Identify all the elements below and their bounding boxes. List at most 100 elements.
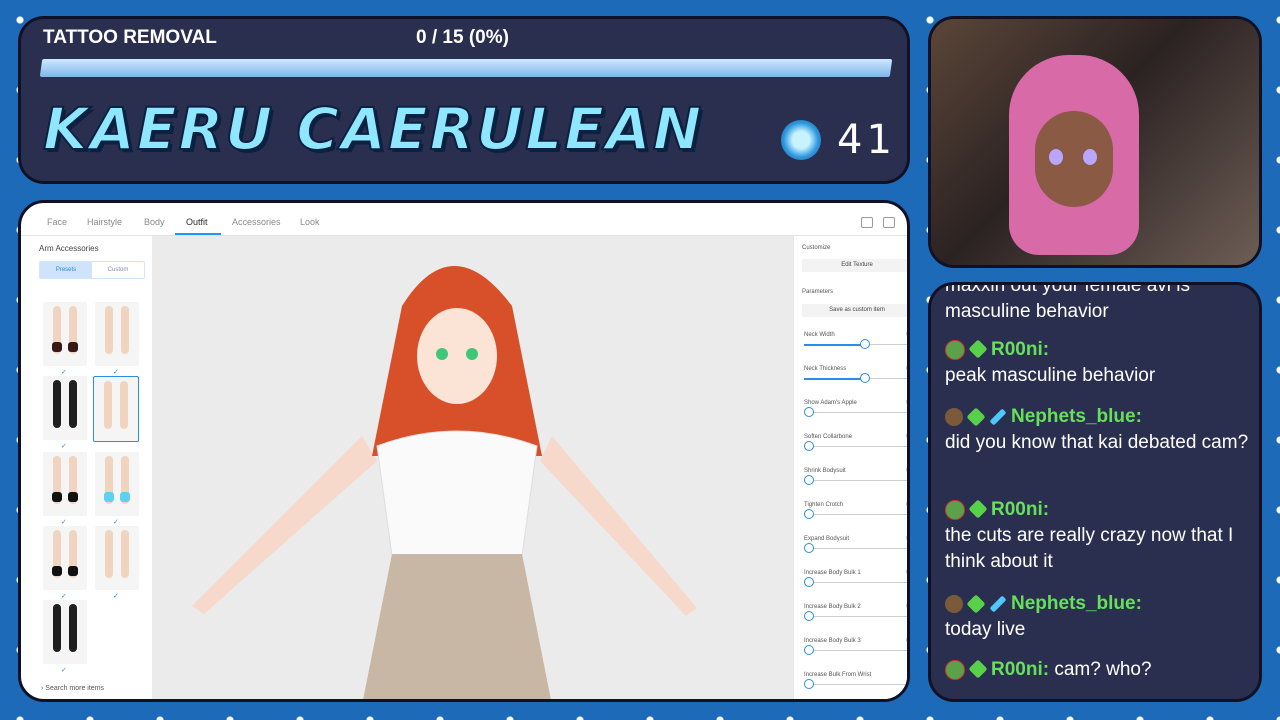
param-slider-knob[interactable]	[804, 407, 814, 417]
frog-badge-icon	[945, 659, 965, 680]
edit-texture-button[interactable]: Edit Texture	[802, 259, 907, 272]
top-overlay-panel: TATTOO REMOVAL 0 / 15 (0%) KAERU CAERULE…	[18, 16, 910, 184]
param-slider-row: Increase Bulk From Wrist	[804, 672, 907, 698]
param-label: Neck Thickness	[804, 366, 847, 372]
share-icon[interactable]	[883, 217, 895, 228]
chat-username[interactable]: R00ni:	[991, 499, 1049, 520]
arm-preview	[120, 381, 128, 429]
param-slider-knob[interactable]	[804, 509, 814, 519]
tab-body[interactable]: Body	[144, 217, 165, 227]
param-slider-knob[interactable]	[860, 373, 870, 383]
camera-icon[interactable]	[861, 217, 873, 228]
frog-badge-icon	[945, 499, 965, 520]
arm-preview	[69, 380, 77, 428]
arm-accessory-thumb[interactable]: ✓	[95, 526, 139, 600]
param-slider-track[interactable]	[804, 616, 907, 617]
arm-accessory-thumb[interactable]: ✓	[43, 376, 87, 450]
sword-badge-icon	[989, 408, 1007, 426]
param-slider-knob[interactable]	[804, 611, 814, 621]
param-slider-track[interactable]	[804, 412, 907, 413]
param-slider-track[interactable]	[804, 514, 907, 515]
check-icon: ✓	[61, 368, 67, 376]
param-slider-track[interactable]	[804, 548, 907, 549]
chat-message: Nephets_blue: today live	[945, 591, 1255, 643]
avatar-skirt	[363, 554, 551, 699]
plus-badge-icon	[968, 499, 988, 519]
editor-tab-bar: Face Hairstyle Body Outfit Accessories L…	[21, 203, 907, 236]
tab-accessories[interactable]: Accessories	[232, 217, 281, 227]
arm-preview	[121, 306, 129, 354]
avatar-eye-right	[1083, 149, 1097, 165]
arm-accessory-thumb[interactable]: ✓	[43, 452, 87, 526]
tab-look[interactable]: Look	[300, 217, 320, 227]
param-label: Shrink Bodysuit	[804, 468, 846, 474]
arm-accessory-thumb[interactable]: ✓	[43, 302, 87, 376]
param-slider-knob[interactable]	[804, 475, 814, 485]
arm-preview	[53, 604, 61, 652]
check-icon: ✓	[61, 518, 67, 526]
param-slider-knob[interactable]	[804, 543, 814, 553]
chat-username[interactable]: R00ni:	[991, 659, 1049, 680]
param-value: 0.	[906, 536, 910, 542]
tab-outfit[interactable]: Outfit	[186, 217, 208, 227]
item-sidebar: Arm Accessories Presets Custom ✓ ✓ ✓ ✓ ✓…	[31, 236, 160, 699]
custom-tab[interactable]: Custom	[92, 262, 144, 278]
param-slider-track[interactable]	[804, 446, 907, 447]
arm-accessory-thumb-selected[interactable]	[93, 376, 139, 442]
check-icon: ✓	[61, 442, 67, 450]
avatar-eye-right	[466, 348, 478, 360]
presets-tab[interactable]: Presets	[40, 262, 92, 278]
param-value: 0.	[906, 468, 910, 474]
arm-preview	[69, 604, 77, 652]
tattoo-progress-fill	[39, 59, 43, 77]
param-label: Soften Collarbone	[804, 434, 853, 440]
chat-username[interactable]: Nephets_blue:	[1011, 406, 1142, 427]
param-slider-knob[interactable]	[804, 577, 814, 587]
param-slider-knob[interactable]	[804, 645, 814, 655]
plus-badge-icon	[966, 407, 986, 427]
arm-accessory-thumb[interactable]: ✓	[95, 302, 139, 376]
avatar-right-arm	[540, 436, 697, 616]
tab-hairstyle[interactable]: Hairstyle	[87, 217, 122, 227]
plus-badge-icon	[968, 339, 988, 359]
avatar-face	[417, 308, 497, 404]
tab-face[interactable]: Face	[47, 217, 67, 227]
search-more-label: Search more items	[45, 685, 105, 692]
param-slider-row: Tighten Crotch 0.	[804, 502, 907, 528]
param-slider-row: Neck Width 0.	[804, 332, 907, 358]
cuff-preview	[52, 342, 62, 352]
arm-preview	[121, 530, 129, 578]
avatar-figure	[192, 266, 697, 699]
avatar-eye-left	[436, 348, 448, 360]
param-slider-fill	[804, 344, 865, 346]
chat-username[interactable]: Nephets_blue:	[1011, 593, 1142, 614]
param-slider-track[interactable]	[804, 480, 907, 481]
param-slider-track[interactable]	[804, 582, 907, 583]
active-tab-indicator	[175, 233, 221, 235]
arm-accessory-thumb[interactable]: ✓	[95, 452, 139, 526]
streamer-title: KAERU CAERULEAN	[42, 94, 704, 164]
param-slider-knob[interactable]	[860, 339, 870, 349]
customize-heading: Customize	[802, 245, 831, 251]
chat-message: Nephets_blue: did you know that kai deba…	[945, 404, 1255, 456]
param-slider-row: Expand Bodysuit 0.	[804, 536, 910, 562]
save-custom-item-button[interactable]: Save as custom item	[802, 304, 907, 317]
param-slider-knob[interactable]	[804, 441, 814, 451]
chat-username[interactable]: R00ni:	[991, 339, 1049, 360]
avatar-3d-viewport[interactable]	[152, 236, 793, 699]
param-slider-track[interactable]	[804, 684, 907, 685]
frog-badge-icon	[945, 339, 965, 360]
arm-preview	[105, 306, 113, 354]
avatar-blouse	[376, 430, 538, 557]
chat-text: the cuts are really crazy now that I thi…	[945, 525, 1234, 572]
avatar-face	[1035, 111, 1113, 207]
chat-message: R00ni: peak masculine behavior	[945, 337, 1255, 389]
tattoo-progress-bar	[39, 59, 893, 77]
param-slider-knob[interactable]	[804, 679, 814, 689]
arm-accessory-thumb[interactable]: ✓	[43, 600, 87, 674]
arm-preview	[104, 381, 112, 429]
arm-accessory-thumb[interactable]: ✓	[43, 526, 87, 600]
param-slider-track[interactable]	[804, 650, 907, 651]
search-more-items-link[interactable]: › Search more items	[41, 685, 104, 692]
chat-message: R00ni: cam? who?	[945, 657, 1255, 683]
